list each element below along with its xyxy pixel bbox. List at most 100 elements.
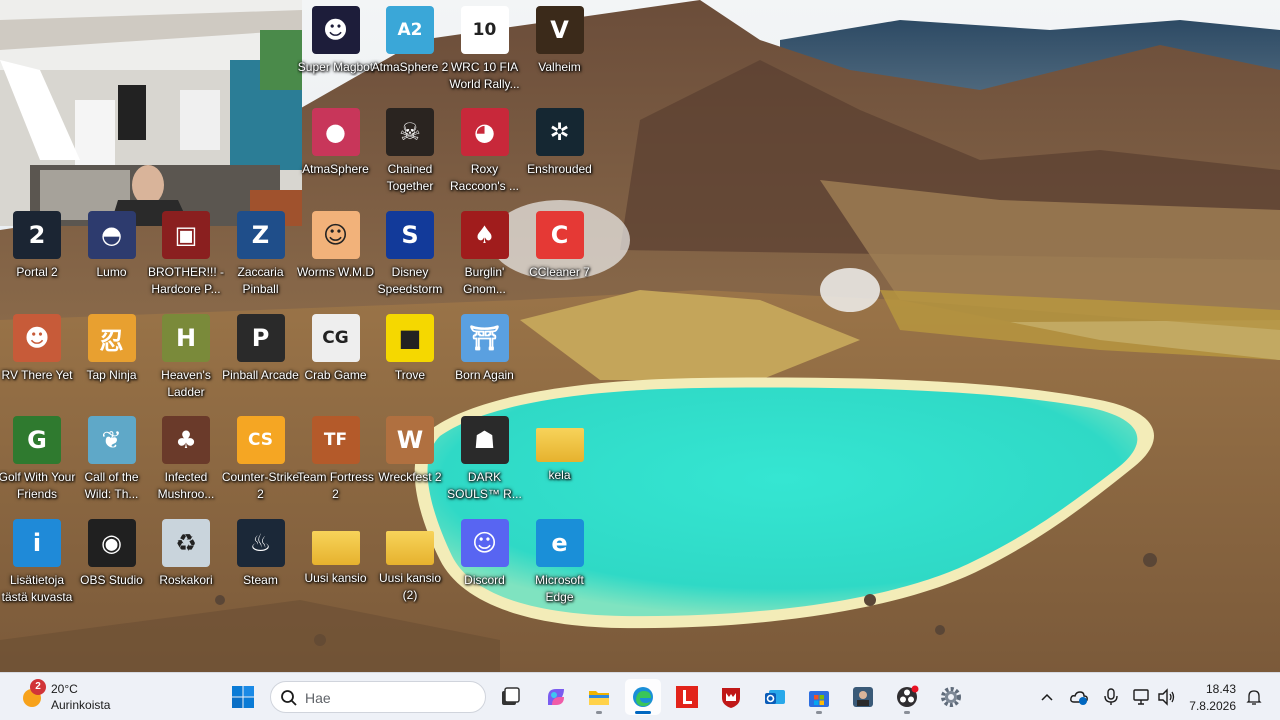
desktop-icon-heavens-ladder[interactable]: H Heaven's Ladder [149,310,223,410]
desktop-icon-info-picture[interactable]: i Lisätietoja tästä kuvasta [0,515,74,615]
running-indicator [596,711,602,714]
taskbar-task-view[interactable] [492,679,528,715]
desktop-icon-infected-mushroom[interactable]: ♣ Infected Mushroo... [149,412,223,512]
outlook-icon [765,690,785,704]
desktop-icon-lumo[interactable]: ◓ Lumo [75,207,149,307]
desktop-icon-label: Microsoft Edge [535,573,584,604]
pinball-arcade-icon: P [236,314,285,362]
desktop-icon-folder[interactable]: kela [523,412,597,512]
taskbar-file-explorer[interactable] [581,679,617,715]
desktop-icon-steam[interactable]: ♨ Steam [224,515,298,615]
crab-game-icon: CG [311,314,360,362]
search-placeholder: Hae [305,690,331,706]
desktop-icon-folder[interactable]: Uusi kansio (2) [373,515,447,615]
desktop-icon-portal2[interactable]: 2 Portal 2 [0,207,74,307]
weather-notification-badge: 2 [30,679,46,695]
taskbar-webcam-app[interactable] [845,679,881,715]
taskbar-outlook[interactable] [757,679,793,715]
taskbar-mcafee[interactable] [713,679,749,715]
desktop-icon-obs-studio[interactable]: ◉ OBS Studio [75,515,149,615]
desktop-icon-valheim[interactable]: V Valheim [523,2,597,102]
desktop-icon-crab-game[interactable]: CG Crab Game [299,310,373,410]
wreckfest2-icon: W [386,416,434,464]
desktop-icon-edge[interactable]: e Microsoft Edge [523,515,597,615]
desktop-icon-wreckfest2[interactable]: W Wreckfest 2 [373,412,447,512]
desktop-icon-born-again[interactable]: ⛩ Born Again [448,310,522,410]
desktop-icon-enshrouded[interactable]: ✲ Enshrouded [523,104,597,204]
notification-center-button[interactable] [1242,685,1266,709]
running-indicator [816,711,822,714]
folder-icon [535,428,584,462]
recycle-bin-icon: ♻ [162,519,210,567]
desktop-icon-label: Lumo [96,265,127,279]
taskbar-settings[interactable] [933,679,969,715]
start-button[interactable] [225,679,261,715]
desktop-icon-ccleaner[interactable]: C CCleaner 7 [523,207,597,307]
lumo-icon: ◓ [87,211,136,259]
desktop-icon-label: Lisätietoja tästä kuvasta [1,573,73,604]
tray-microphone[interactable] [1099,685,1123,709]
desktop-icon-zaccaria-pinball[interactable]: Z Zaccaria Pinball [224,207,298,307]
mcafee-icon [722,688,740,708]
desktop-icon-label: Uusi kansio (2) [378,571,442,602]
desktop-icon-label: Crab Game [304,368,367,382]
task-view-icon [502,687,520,705]
desktop-icon-brother[interactable]: ▣ BROTHER!!! - Hardcore P... [148,207,224,307]
desktop-icon-roxy-raccoon[interactable]: ◕ Roxy Raccoon's ... [448,104,522,204]
desktop-icon-label: Wreckfest 2 [378,470,442,484]
desktop-icon-golf-with-friends[interactable]: G Golf With Your Friends [0,412,75,512]
desktop-icon-burglin-gnomes[interactable]: ♠ Burglin' Gnom... [448,207,522,307]
taskbar-store[interactable] [801,679,837,715]
desktop-icon-label: DARK SOULS™ R... [447,470,522,501]
desktop-icon-atmasphere2[interactable]: A2 AtmaSphere 2 [371,2,449,102]
weather-temperature: 20°C [51,682,78,696]
counter-strike-icon: CS [236,416,285,464]
desktop[interactable]: ☻ Super Magbot A2 AtmaSphere 2 10 WRC 10 FIA … [0,0,1280,672]
desktop-icon-wrc10[interactable]: 10 WRC 10 FIA World Rally... [448,2,522,102]
trove-icon: ■ [386,314,434,362]
taskbar-edge[interactable] [625,679,661,715]
gear-icon [941,687,961,707]
network-icon [1133,689,1149,705]
desktop-icon-label: RV There Yet [1,368,73,382]
heavens-ladder-icon: H [162,314,210,362]
desktop-icon-label: Disney Speedstorm [377,265,443,296]
desktop-icon-discord[interactable]: ☺ Discord [448,515,522,615]
clock-date: 7.8.2026 [1189,699,1236,713]
desktop-icon-recycle-bin[interactable]: ♻ Roskakori [149,515,223,615]
desktop-icon-call-of-the-wild[interactable]: ❦ Call of the Wild: Th... [75,412,149,512]
taskbar-lenovo[interactable] [669,679,705,715]
desktop-icon-worms-wmd[interactable]: ☺ Worms W.M.D [297,207,374,307]
desktop-icon-trove[interactable]: ■ Trove [373,310,447,410]
portal2-icon: 2 [13,211,61,259]
taskbar-search-box[interactable]: Hae [270,681,486,713]
desktop-icon-label: kela [548,468,571,482]
desktop-icon-folder[interactable]: Uusi kansio [299,515,373,615]
desktop-icon-label: Zaccaria Pinball [237,265,284,296]
running-indicator [904,711,910,714]
taskbar-copilot[interactable] [538,679,574,715]
folder-icon [386,531,434,565]
copilot-icon [548,689,564,705]
desktop-icon-label: Team Fortress 2 [297,470,374,501]
lenovo-l-icon [676,686,698,708]
wrc10-icon: 10 [460,6,509,54]
desktop-icon-dark-souls[interactable]: ☗ DARK SOULS™ R... [447,412,522,512]
obs-studio-icon: ◉ [87,519,136,567]
desktop-icon-label: AtmaSphere 2 [371,60,449,74]
desktop-icon-chained-together[interactable]: ☠ Chained Together [373,104,447,204]
taskbar-obs-studio[interactable] [889,679,925,715]
desktop-icon-counter-strike[interactable]: CS Counter-Strike 2 [222,412,299,512]
tray-network[interactable] [1130,685,1154,709]
tray-onedrive[interactable] [1067,685,1091,709]
desktop-icon-disney-speedstorm[interactable]: S Disney Speedstorm [373,207,447,307]
desktop-icon-label: Call of the Wild: Th... [84,470,139,501]
desktop-icon-atmasphere[interactable]: ● AtmaSphere [299,104,373,204]
born-again-icon: ⛩ [460,314,509,362]
show-hidden-icons-button[interactable] [1035,685,1059,709]
desktop-icon-pinball-arcade[interactable]: P Pinball Arcade [222,310,299,410]
desktop-icon-super-magbot[interactable]: ☻ Super Magbot [298,2,373,102]
desktop-icon-tap-ninja[interactable]: 忍 Tap Ninja [75,310,149,410]
desktop-icon-rv-there-yet[interactable]: ☻ RV There Yet [0,310,74,410]
desktop-icon-team-fortress[interactable]: TF Team Fortress 2 [297,412,374,512]
